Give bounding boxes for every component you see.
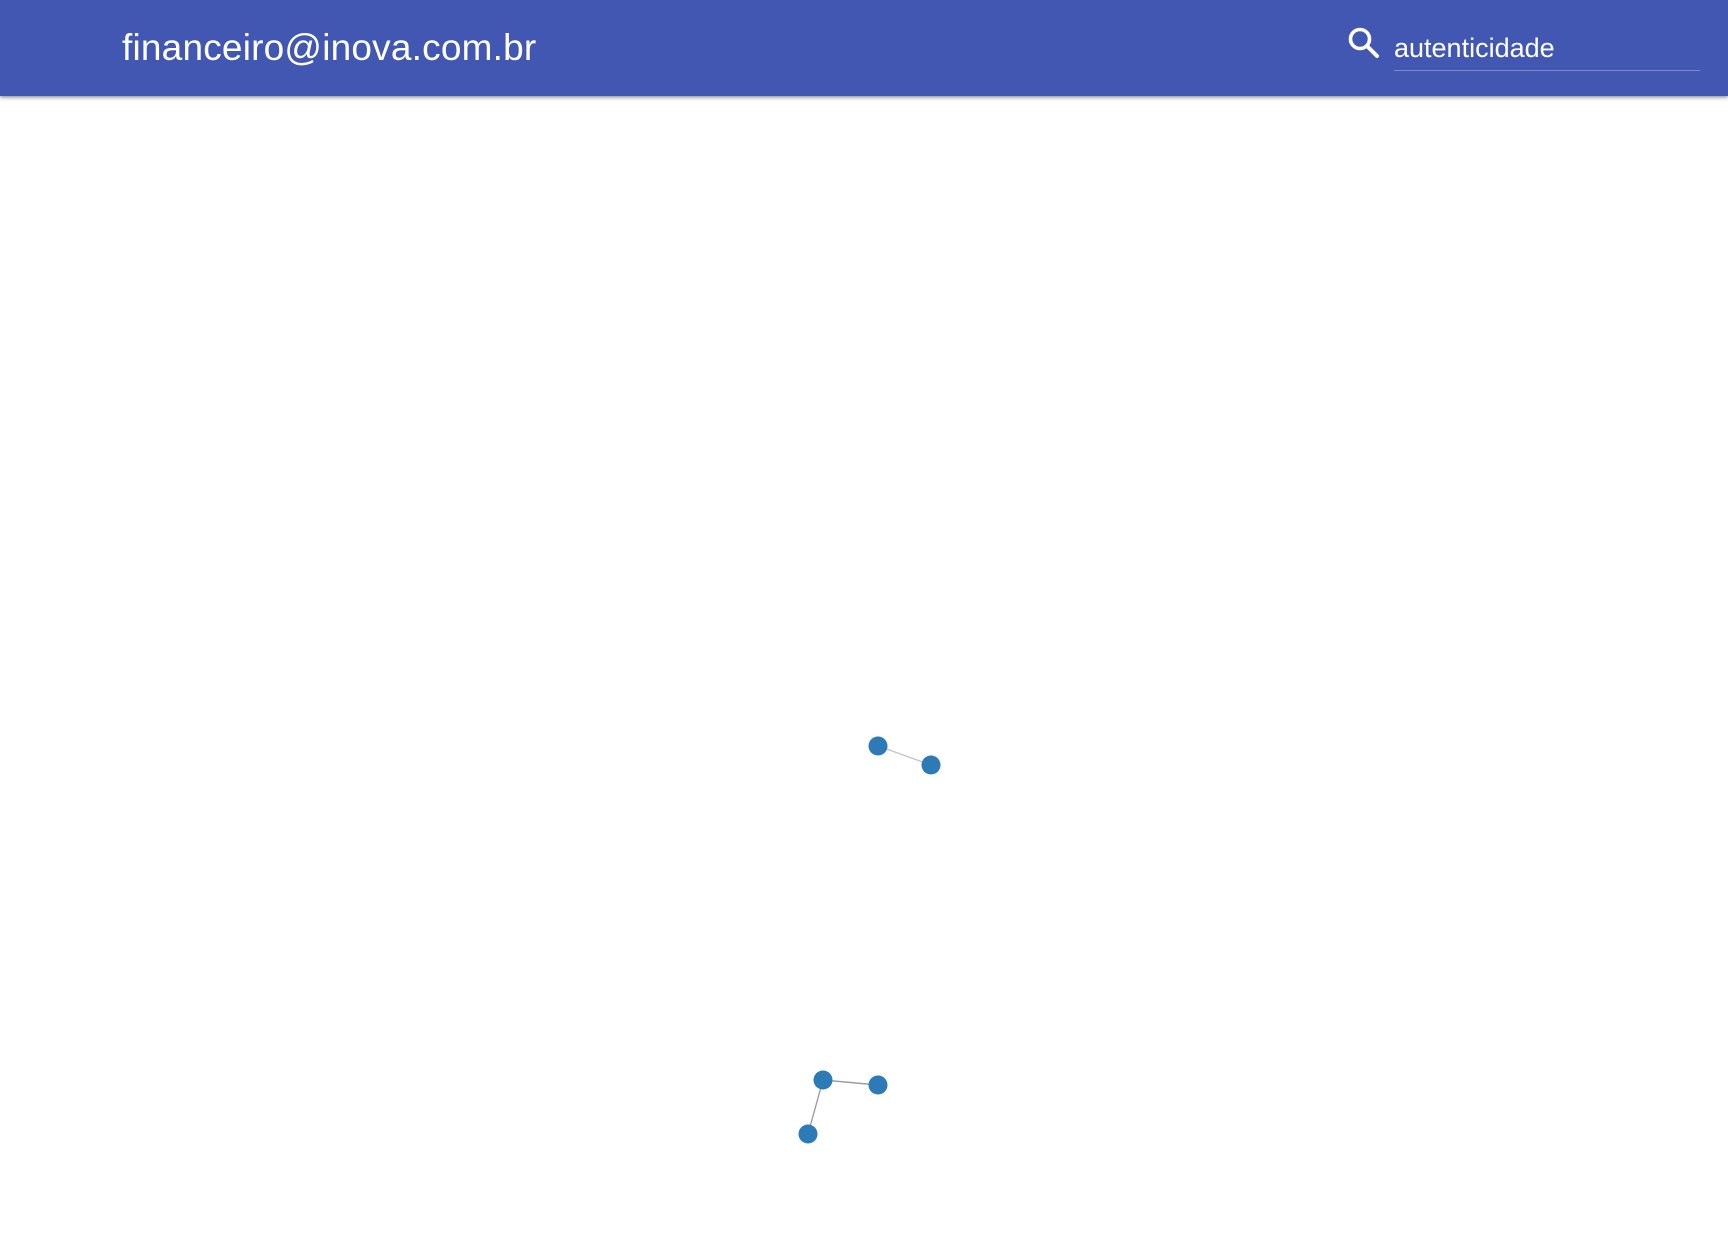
graph-node[interactable] [868, 736, 888, 756]
search-icon-glyph [1348, 27, 1379, 58]
search-icon[interactable] [1346, 25, 1382, 61]
graph-nodes [798, 736, 941, 1144]
graph-node[interactable] [798, 1124, 818, 1144]
network-graph[interactable] [0, 96, 1728, 1254]
graph-node[interactable] [868, 1075, 888, 1095]
graph-canvas[interactable] [0, 96, 1728, 1254]
graph-node[interactable] [813, 1070, 833, 1090]
app-bar: financeiro@inova.com.br [0, 0, 1728, 96]
search-input[interactable] [1394, 26, 1700, 71]
page-title: financeiro@inova.com.br [122, 27, 537, 68]
graph-node[interactable] [921, 755, 941, 775]
